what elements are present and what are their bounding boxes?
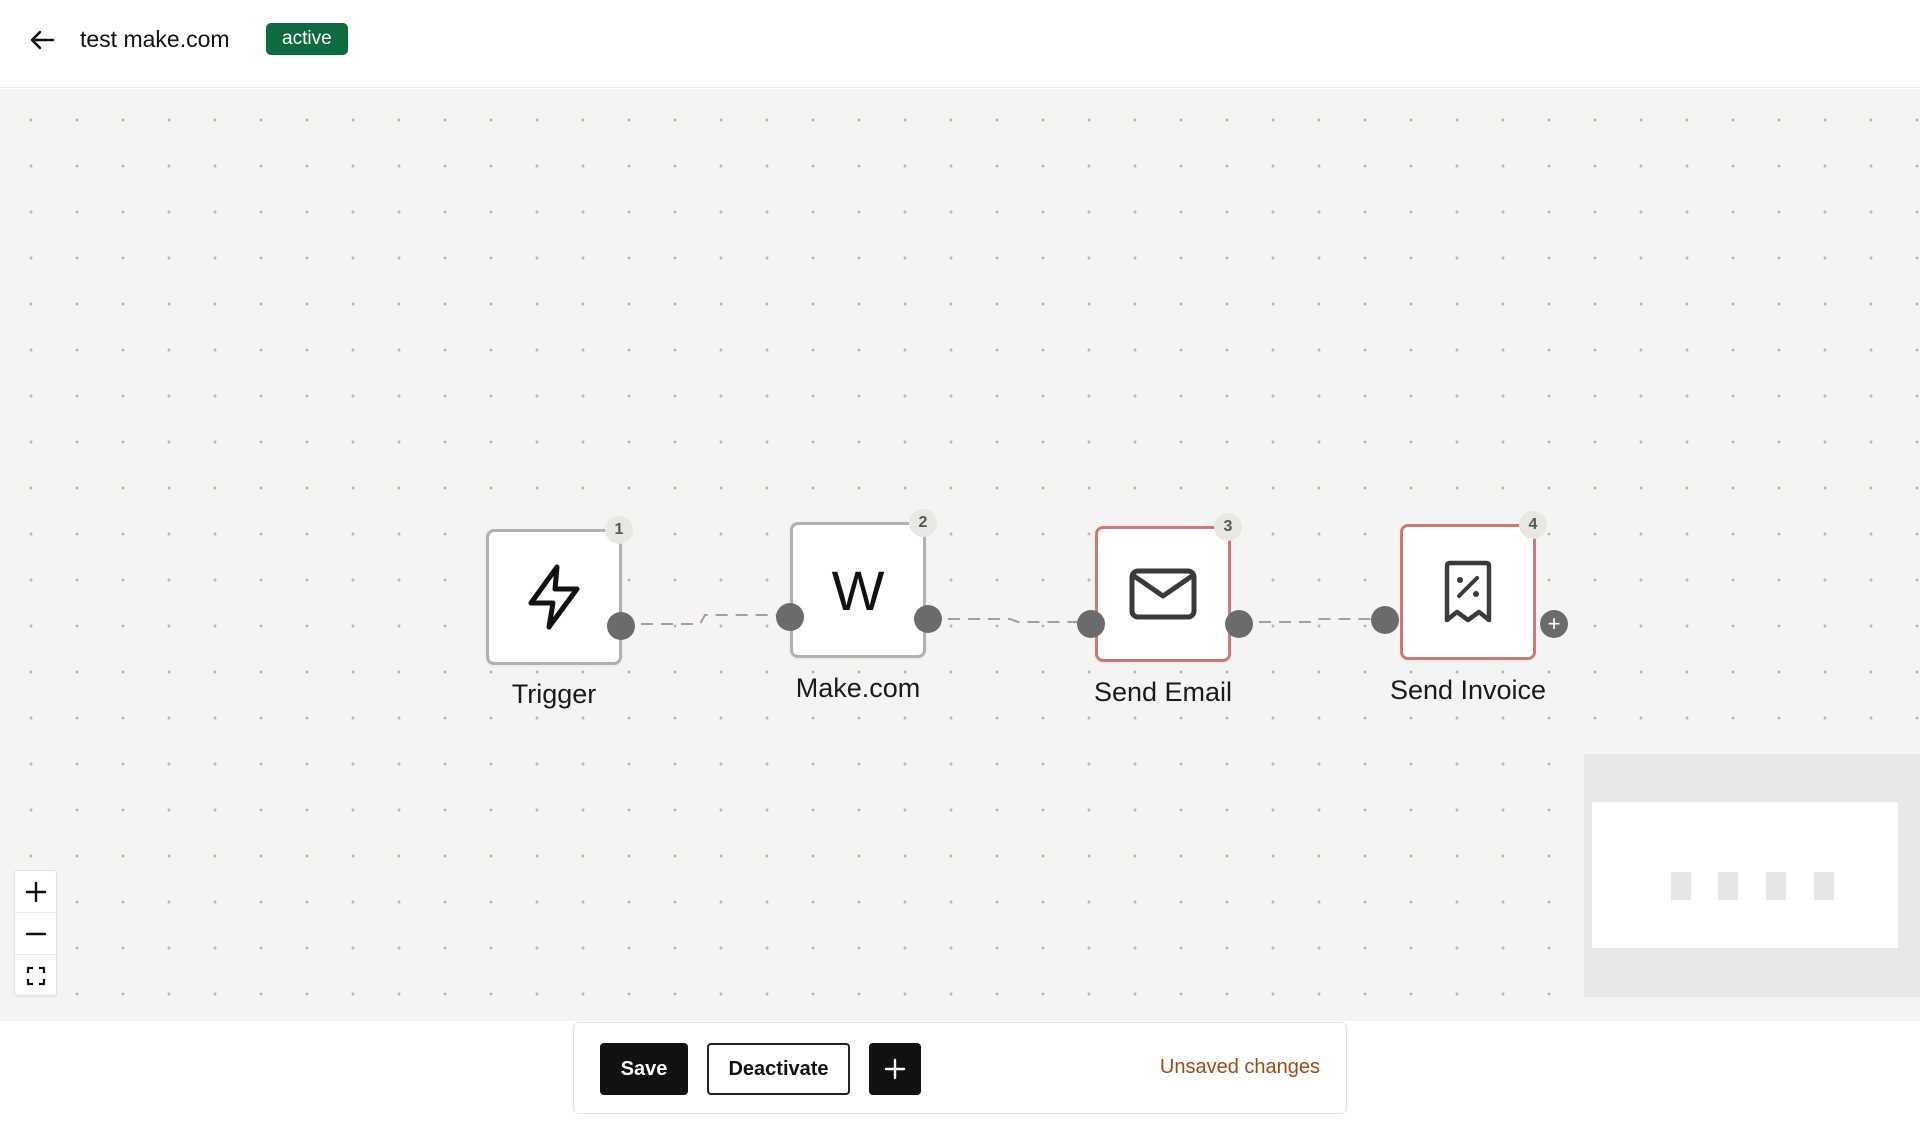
node-number: 2: [909, 509, 937, 537]
add-step-button[interactable]: +: [1540, 610, 1568, 638]
minimap[interactable]: [1584, 754, 1920, 997]
minimap-node: [1718, 872, 1738, 900]
input-handle[interactable]: [1077, 610, 1105, 638]
minus-icon: [25, 932, 46, 935]
lightning-icon: [528, 564, 580, 630]
header: test make.com active: [0, 0, 1920, 88]
plus-icon: [25, 881, 46, 902]
zoom-in-button[interactable]: [15, 871, 56, 913]
output-handle[interactable]: [914, 605, 942, 633]
output-handle[interactable]: [607, 612, 635, 640]
minimap-node: [1671, 872, 1691, 900]
edge-1-2: [621, 614, 782, 625]
input-handle[interactable]: [776, 603, 804, 631]
node-make-com[interactable]: W 2: [790, 509, 937, 658]
make-logo: W: [831, 558, 885, 622]
status-badge: active: [266, 23, 348, 55]
mail-icon: [1129, 568, 1197, 620]
back-button[interactable]: [26, 24, 58, 56]
fit-view-button[interactable]: [15, 955, 56, 997]
input-handle[interactable]: [1371, 606, 1399, 634]
deactivate-button[interactable]: Deactivate: [707, 1043, 850, 1095]
plus-icon: [884, 1058, 906, 1080]
node-label: Trigger: [511, 679, 597, 709]
edge-2-3: [928, 618, 1090, 623]
node-number: 4: [1519, 511, 1547, 539]
node-send-invoice[interactable]: 4: [1400, 511, 1547, 660]
arrow-left-icon: [30, 30, 55, 50]
minimap-viewport[interactable]: [1592, 802, 1898, 948]
fit-view-icon: [26, 966, 45, 986]
node-label: Make.com: [795, 673, 921, 703]
unsaved-changes-label: Unsaved changes: [1159, 1056, 1320, 1078]
save-button[interactable]: Save: [600, 1043, 688, 1095]
action-toolbar: Save Deactivate Unsaved changes: [573, 1022, 1347, 1114]
node-number: 1: [605, 516, 633, 544]
minimap-node: [1814, 872, 1834, 900]
node-label: Send Email: [1093, 677, 1233, 707]
node-label: Send Invoice: [1389, 675, 1547, 705]
add-button[interactable]: [869, 1043, 921, 1095]
output-handle[interactable]: [1225, 610, 1253, 638]
zoom-controls: [14, 870, 57, 996]
receipt-icon: [1444, 560, 1492, 623]
workflow-title: test make.com: [80, 26, 230, 52]
node-send-email[interactable]: 3: [1095, 513, 1242, 662]
node-number: 3: [1214, 513, 1242, 541]
node-trigger[interactable]: 1: [486, 516, 633, 665]
minimap-node: [1766, 872, 1786, 900]
workflow-canvas[interactable]: 1 Trigger W 2 Make.com 3 Send Email 4 + …: [0, 89, 1920, 1021]
zoom-out-button[interactable]: [15, 913, 56, 955]
edge-3-4: [1239, 618, 1384, 623]
